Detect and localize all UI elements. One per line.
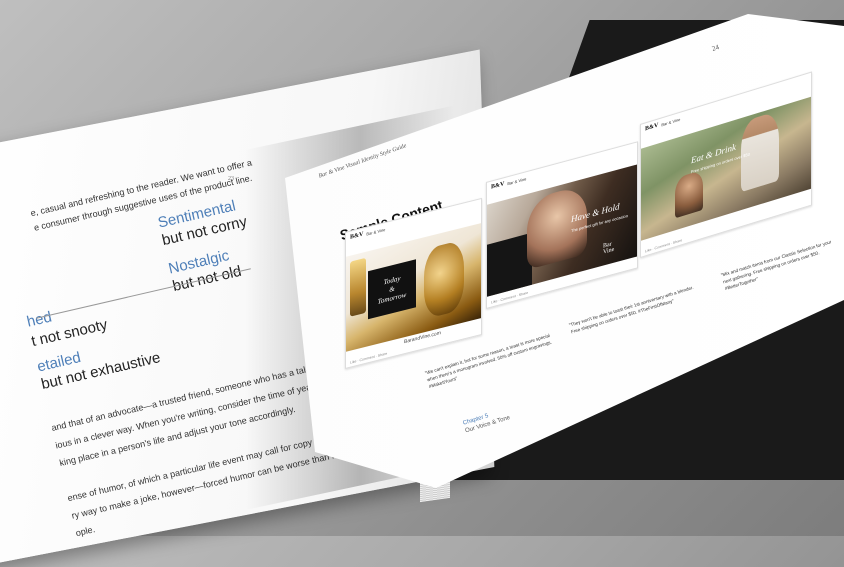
post-actions: Like · Comment · Share — [645, 238, 683, 254]
post-account: Bar & Vine — [507, 175, 527, 186]
social-post-2: B&V Bar & Vine Have & Hold The perfect g… — [486, 141, 638, 309]
brand-logo-icon: B&V — [645, 122, 659, 133]
post-quote-3: "Mix and match items from our Classic Se… — [720, 239, 832, 292]
post-account: Bar & Vine — [366, 226, 386, 237]
brand-logo-icon: B&V — [491, 181, 505, 191]
brand-logo-icon: B&V — [350, 231, 364, 241]
glass-image — [350, 257, 366, 317]
suit-image — [487, 232, 532, 297]
post-header: B&V Bar & Vine — [645, 116, 681, 133]
post-account: Bar & Vine — [661, 116, 681, 127]
decanter-image — [424, 239, 464, 320]
post-image: Today & Tomorrow — [346, 223, 481, 352]
promo-logo: Bar Vine — [603, 241, 615, 256]
logo-line: Vine — [603, 246, 615, 256]
post-quote-2: "They won't be able to toast their 1st a… — [568, 284, 695, 335]
chapter-marker: Chapter 5 Our Voice & Tone — [462, 406, 511, 435]
tone-word-polished: hed — [25, 308, 54, 331]
post-actions: Like · Comment · Share — [350, 351, 388, 365]
social-post-3: B&V Bar & Vine Eat & Drink Free shipping… — [640, 71, 812, 258]
woman-image — [675, 169, 703, 219]
post-image: Eat & Drink Free shipping on orders over… — [641, 96, 811, 241]
photo-scene: 23 e, casual and refreshing to the reade… — [0, 0, 844, 567]
post-header: B&V Bar & Vine — [491, 175, 527, 191]
right-page-number: 24 — [710, 43, 721, 53]
promo-card: Today & Tomorrow — [368, 259, 416, 320]
tone-divider — [36, 268, 251, 319]
